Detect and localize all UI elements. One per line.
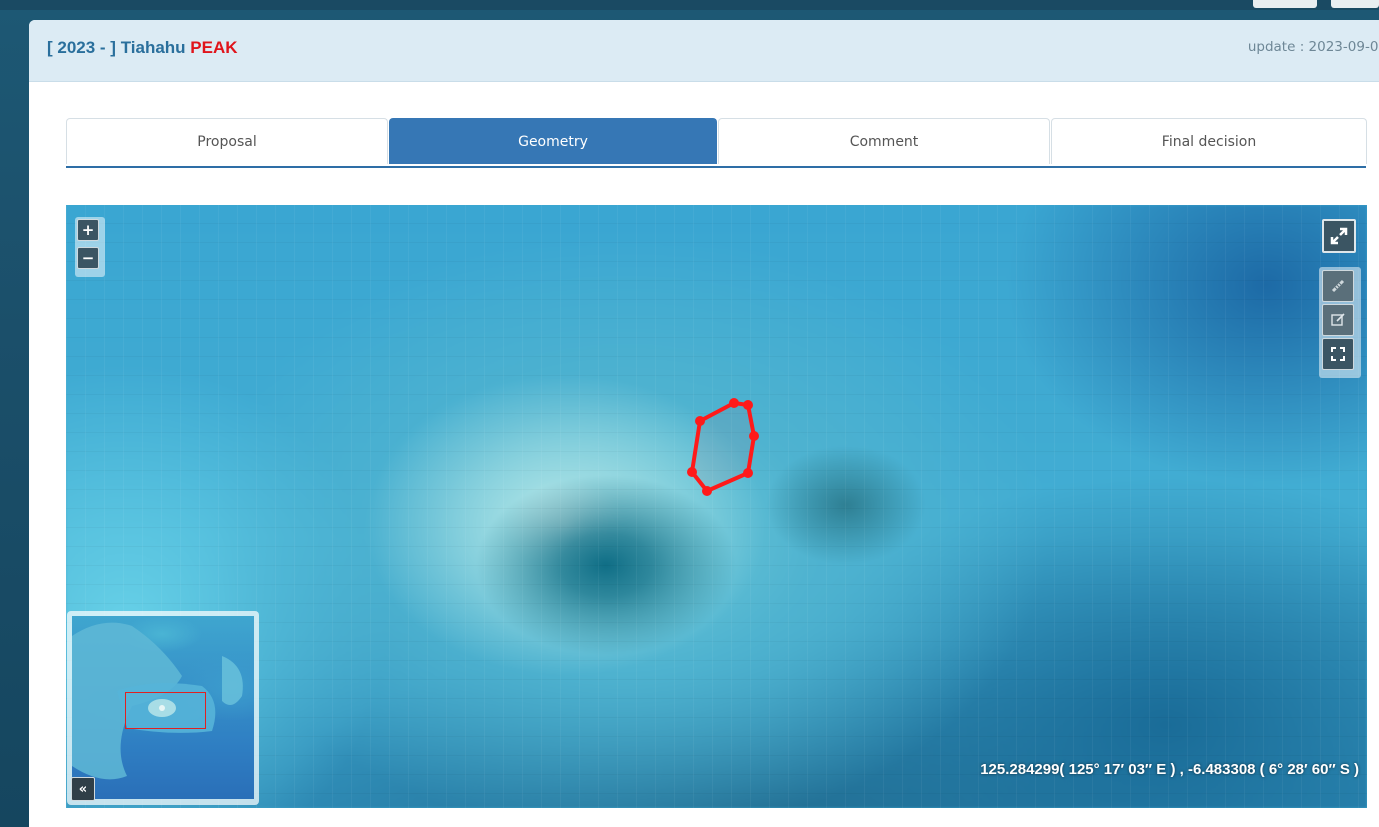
tab-final-decision[interactable]: Final decision [1051,118,1367,164]
overview-map[interactable]: « [67,611,259,805]
tab-label: Final decision [1161,133,1257,150]
polygon-vertex[interactable] [695,416,705,426]
title-accent: PEAK [190,38,238,57]
top-corner-button[interactable] [1253,0,1317,8]
edit-button[interactable] [1322,304,1354,336]
extent-icon [1331,347,1345,361]
fullscreen-button[interactable] [1322,219,1356,253]
edit-icon [1331,313,1345,326]
page-title: [ 2023 - ] Tiahahu PEAK [47,38,238,58]
polygon-vertex[interactable] [743,400,753,410]
zoom-control: + − [75,217,105,277]
zoom-extent-button[interactable] [1322,338,1354,370]
overview-viewport-box[interactable] [125,692,206,729]
tab-comment[interactable]: Comment [718,118,1050,164]
ruler-icon [1331,279,1345,293]
tab-bar: Proposal Geometry Comment Final decision [66,118,1367,168]
top-strip [0,0,1379,10]
panel-header: [ 2023 - ] Tiahahu PEAK update : 2023-09… [29,20,1379,82]
zoom-in-button[interactable]: + [77,219,99,241]
tab-label: Proposal [197,133,257,150]
update-date: update : 2023-09-02 [1247,39,1379,55]
coordinate-readout: 125.284299( 125° 17′ 03″ E ) , -6.483308… [980,761,1359,778]
feature-panel: [ 2023 - ] Tiahahu PEAK update : 2023-09… [29,20,1379,827]
polygon-vertex[interactable] [743,468,753,478]
tab-geometry[interactable]: Geometry [389,118,717,164]
fullscreen-icon [1330,227,1348,245]
zoom-out-button[interactable]: − [77,247,99,269]
geometry-layer [687,398,759,496]
map-view[interactable]: + − « 125.284299(125° 17′ 03″ E) , -6.… [66,205,1367,808]
top-corner-button[interactable] [1331,0,1379,8]
polygon-vertex[interactable] [749,431,759,441]
tab-label: Comment [849,133,919,150]
polygon-vertex[interactable] [729,398,739,408]
tab-proposal[interactable]: Proposal [66,118,388,164]
map-tools [1319,267,1361,378]
polygon-vertex[interactable] [687,467,697,477]
title-prefix: [ 2023 - ] Tiahahu [47,38,191,57]
zoom-in-label: + [81,221,95,239]
collapse-overview-button[interactable]: « [71,777,95,801]
measure-button[interactable] [1322,270,1354,302]
tab-label: Geometry [518,133,588,150]
zoom-out-label: − [81,249,95,267]
overview-imagery [72,616,254,799]
collapse-overview-label: « [78,781,88,797]
polygon-vertex[interactable] [702,486,712,496]
